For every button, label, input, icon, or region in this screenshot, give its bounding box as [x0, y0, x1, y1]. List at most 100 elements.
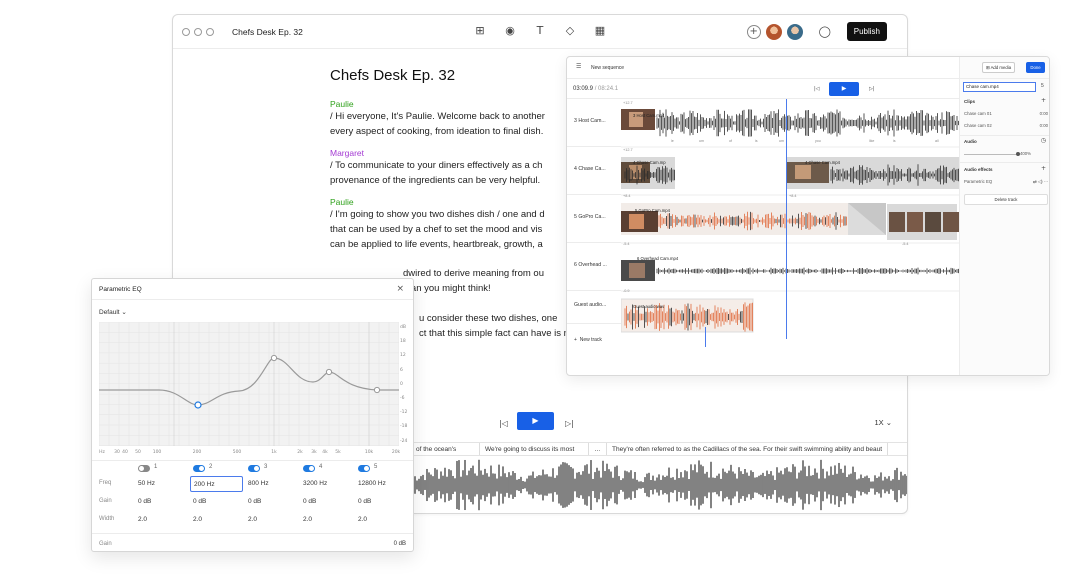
track-lanes[interactable]: 3 Host Cam.mp4 4 Chase Cam.mp 4 Chase Ca… [621, 99, 959, 339]
publish-button[interactable]: Publish [846, 22, 887, 41]
hz-tick-label: 500 [232, 450, 242, 455]
transcript-line[interactable]: provenance of the ingredients can be ver… [330, 173, 590, 188]
clip-name-input[interactable]: Chase cam.mp4 [963, 82, 1036, 92]
skip-back-icon[interactable]: |◁ [499, 419, 508, 428]
add-effect-icon[interactable]: + [1041, 165, 1046, 172]
freq-field[interactable]: 200 Hz [190, 476, 243, 492]
band-toggle[interactable] [193, 465, 205, 472]
output-gain-value: 0 dB [393, 541, 406, 547]
freq-field[interactable]: 50 Hz [138, 480, 155, 487]
menu-icon[interactable]: ☰ [576, 63, 581, 70]
transcript-line[interactable]: that can be used by a chef to set the mo… [330, 222, 590, 237]
caption-segment[interactable]: They're often referred to as the Cadilla… [607, 443, 889, 455]
gain-field[interactable]: 0 dB [193, 498, 206, 505]
playhead[interactable] [786, 99, 787, 339]
parametric-eq-panel: Parametric EQ × Default ⌄ dB 18 12 6 0 -6 -12-… [91, 278, 414, 552]
band-handle[interactable] [373, 386, 381, 394]
window-controls[interactable] [182, 28, 214, 36]
add-media-button[interactable]: ⊞ Add media [982, 62, 1016, 73]
band-handle[interactable] [325, 368, 333, 376]
clip-thumbnail[interactable] [889, 212, 905, 232]
transcript-line[interactable]: / Hi everyone, It's Paulie. Welcome back… [330, 109, 590, 124]
preset-value: Default [99, 309, 120, 316]
volume-value: 400% [1020, 151, 1031, 156]
clip-thumbnail[interactable] [943, 212, 959, 232]
width-field[interactable]: 2.0 [193, 516, 202, 523]
freq-field[interactable]: 3200 Hz [303, 480, 327, 487]
caption-segment[interactable]: We're going to discuss its most [480, 443, 589, 455]
word-marker: um [699, 139, 704, 143]
transcript-line[interactable]: can be applied to life events, heartbrea… [330, 237, 590, 252]
band-handle[interactable] [270, 354, 278, 362]
skip-forward-icon[interactable]: ▷| [565, 419, 574, 428]
freq-field[interactable]: 12800 Hz [358, 480, 386, 487]
band-toggle[interactable] [138, 465, 150, 472]
preset-select[interactable]: Default ⌄ [99, 308, 127, 316]
record-icon[interactable]: ◉ [503, 23, 517, 39]
track-label[interactable]: 5 GoPro Ca... [567, 195, 621, 243]
clip-thumbnail[interactable] [907, 212, 923, 232]
gain-field[interactable]: 0 dB [303, 498, 316, 505]
new-track-button[interactable]: + New track [574, 337, 602, 343]
width-field[interactable]: 2.0 [138, 516, 147, 523]
done-button[interactable]: Done [1026, 62, 1045, 73]
comment-icon[interactable]: ◯ [818, 25, 832, 38]
timer-icon[interactable]: ◷ [1041, 137, 1046, 144]
add-clip-icon[interactable]: + [1041, 97, 1046, 104]
avatar[interactable] [765, 23, 782, 40]
clip-thumbnail-face [629, 263, 645, 278]
clip-row[interactable]: Chase cam 02 0:00 [964, 123, 1048, 128]
gain-field[interactable]: 0 dB [248, 498, 261, 505]
freq-field[interactable]: 800 Hz [248, 480, 269, 487]
gain-field[interactable]: 0 dB [138, 498, 151, 505]
playback-speed[interactable]: 1X ⌄ [874, 418, 892, 427]
effect-controls-icon[interactable]: ⇄ ◁) ⋯ [1033, 179, 1048, 185]
close-icon[interactable]: × [396, 284, 404, 294]
sequence-name[interactable]: New sequence [591, 65, 624, 71]
db-tick-label: -18 [400, 424, 408, 430]
skip-forward-icon[interactable]: ▷| [869, 86, 875, 92]
volume-slider[interactable] [964, 152, 1020, 156]
add-collaborator-icon[interactable]: + [746, 24, 761, 39]
gain-label: -5.4 [623, 242, 630, 246]
main-waveform[interactable] [411, 459, 908, 514]
transcript-line[interactable]: / I'm going to show you two dishes dish … [330, 207, 590, 222]
width-field[interactable]: 2.0 [248, 516, 257, 523]
caption-segment[interactable]: ... [589, 443, 607, 455]
window-zoom-dot[interactable] [206, 28, 214, 36]
db-tick-label: -12 [400, 410, 408, 416]
band-toggle[interactable] [248, 465, 260, 472]
grid-icon[interactable]: ▦ [593, 23, 607, 39]
timeline-canvas[interactable]: 3 Host Cam.mp4 4 Chase Cam.mp 4 Chase Ca… [621, 99, 959, 339]
play-button[interactable]: ▶ [517, 412, 554, 430]
track-label[interactable]: Guest audio... [567, 291, 621, 324]
band-handle[interactable] [194, 401, 202, 409]
clip-row[interactable]: Chase cam 01 0:00 [964, 111, 1048, 116]
effect-row[interactable]: Parametric EQ ⇄ ◁) ⋯ [964, 179, 1048, 185]
transcript-line[interactable]: every aspect of cooking, from ideation t… [330, 124, 590, 139]
track-label[interactable]: 4 Chase Ca... [567, 147, 621, 195]
eq-curve-graph[interactable] [99, 322, 399, 446]
width-field[interactable]: 2.0 [303, 516, 312, 523]
insert-icon[interactable]: ⊞ [473, 23, 487, 39]
clip-inspector: ⊞ Add media Done Chase cam.mp4 5 Clips +… [959, 57, 1049, 375]
track-label[interactable]: 3 Host Cam... [567, 99, 621, 147]
avatar[interactable] [786, 23, 803, 40]
band-toggle[interactable] [358, 465, 370, 472]
skip-back-icon[interactable]: |◁ [814, 86, 820, 92]
caption-segment[interactable]: of the ocean's [411, 443, 480, 455]
text-icon[interactable]: T [533, 23, 547, 39]
delete-track-button[interactable]: Delete track [964, 194, 1048, 205]
word-marker: um [779, 139, 784, 143]
window-minimize-dot[interactable] [194, 28, 202, 36]
width-field[interactable]: 2.0 [358, 516, 367, 523]
band-toggle[interactable] [303, 465, 315, 472]
effects-heading: Audio effects [964, 167, 993, 172]
shapes-icon[interactable]: ◇ [563, 23, 577, 39]
track-label[interactable]: 6 Overhead ... [567, 243, 621, 291]
window-close-dot[interactable] [182, 28, 190, 36]
play-button[interactable]: ▶ [829, 82, 859, 96]
clip-thumbnail[interactable] [925, 212, 941, 232]
gain-field[interactable]: 0 dB [358, 498, 371, 505]
transcript-line[interactable]: / To communicate to your diners effectiv… [330, 158, 590, 173]
